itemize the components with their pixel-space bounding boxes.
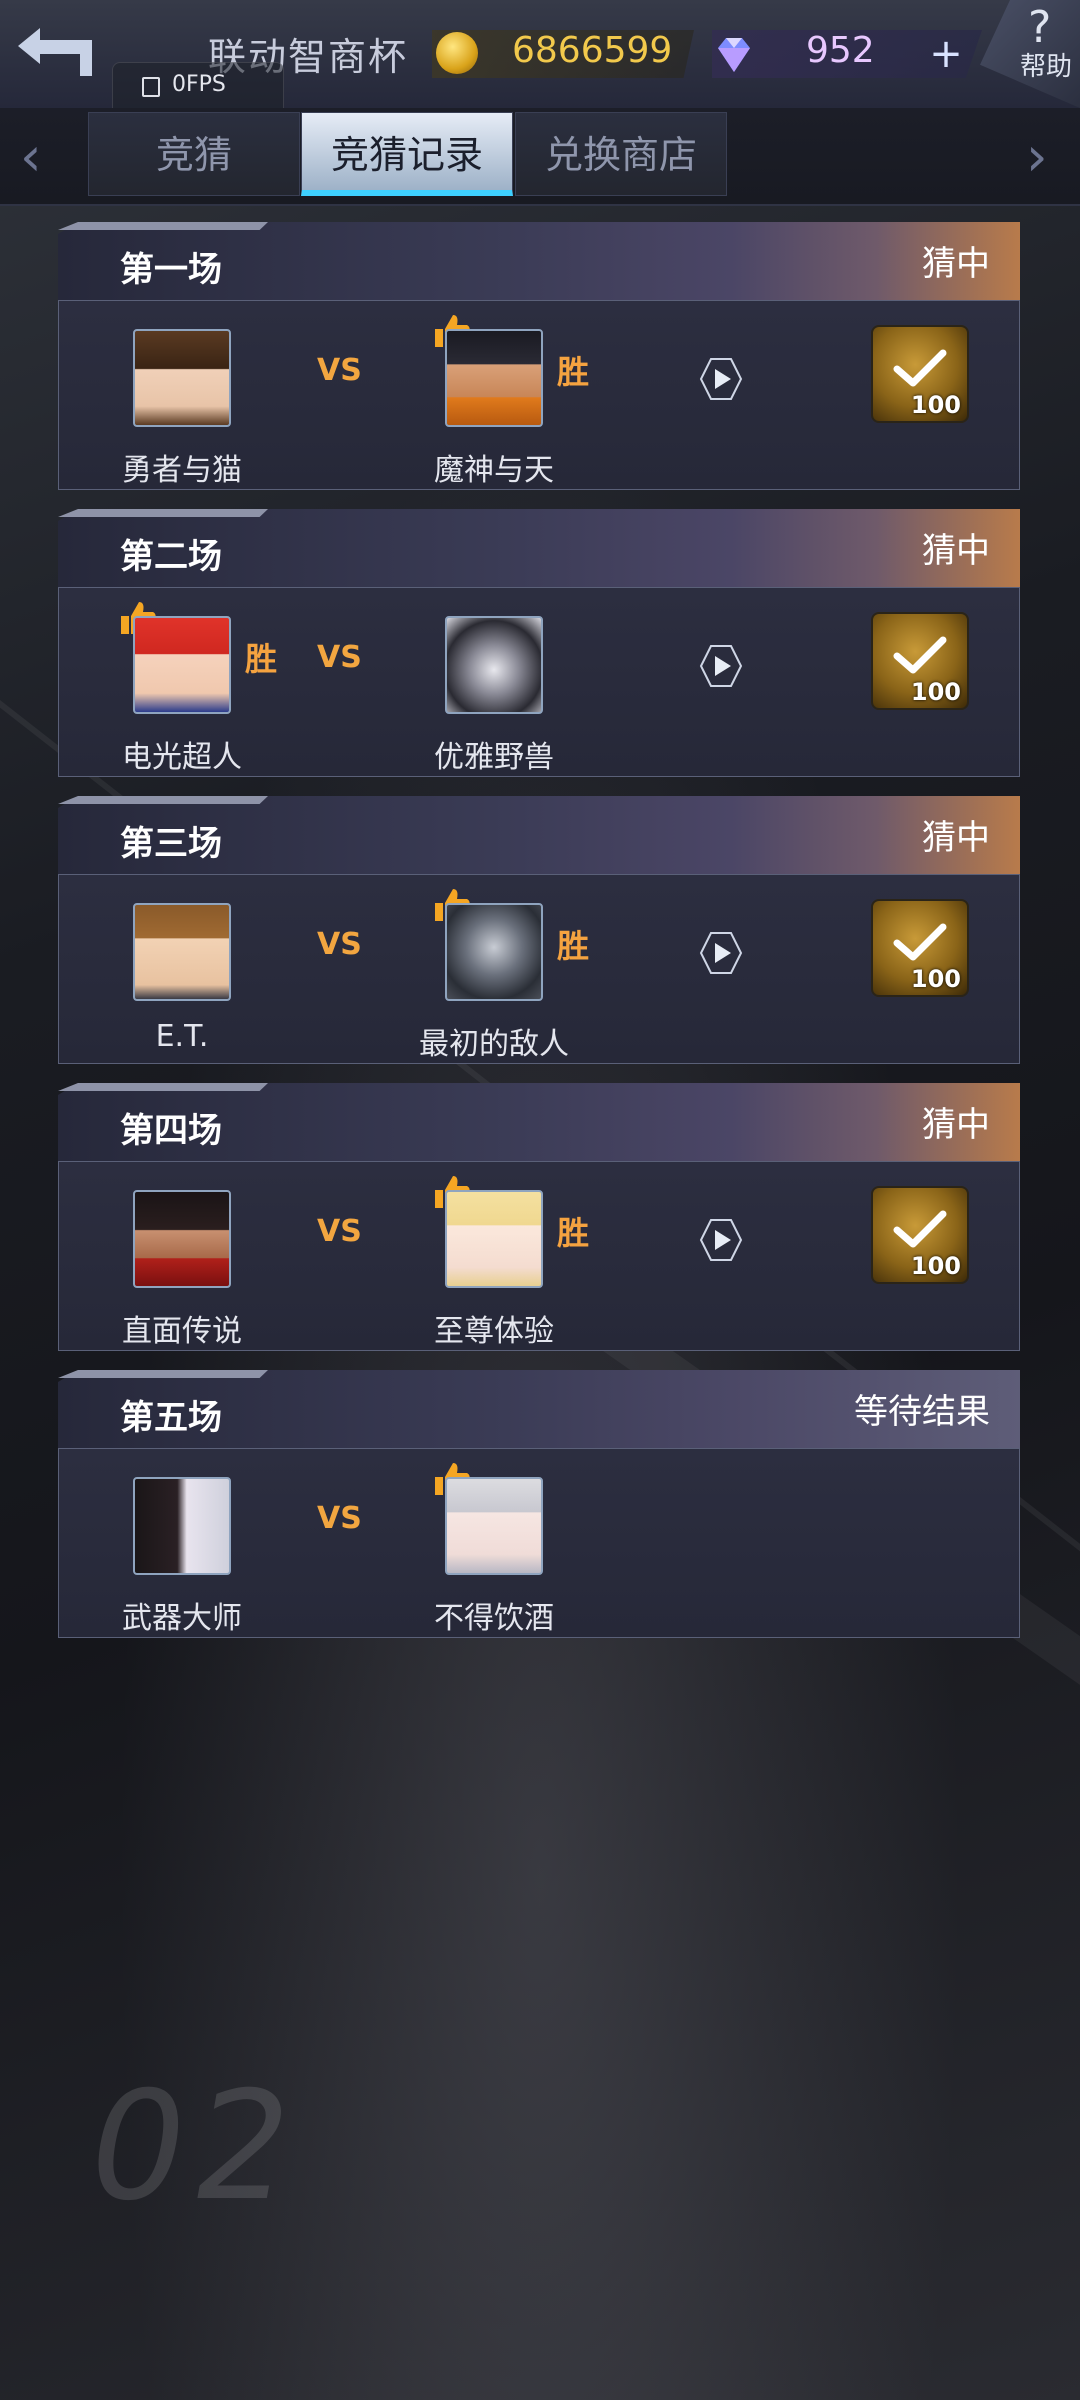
team-name-right: 最初的敌人 <box>419 1027 569 1062</box>
header-edge <box>58 1370 268 1378</box>
team-avatar-left[interactable] <box>133 329 231 427</box>
checkmark-icon <box>893 923 947 961</box>
bet-amount: 100 <box>910 391 961 419</box>
next-arrow-icon[interactable]: › <box>1026 130 1048 184</box>
match-card: 第四场 猜中 直面传说 VS 胜 至尊体验 100 <box>58 1083 1020 1351</box>
coin-icon <box>436 32 478 74</box>
header-edge <box>58 1083 268 1091</box>
team-avatar-right[interactable] <box>445 1190 543 1288</box>
match-card-body: 直面传说 VS 胜 至尊体验 100 <box>58 1161 1020 1351</box>
bet-reward-badge: 100 <box>871 612 969 710</box>
checkmark-icon <box>893 1210 947 1248</box>
team-name-left: 直面传说 <box>122 1314 242 1349</box>
winner-label: 胜 <box>557 1214 590 1252</box>
prev-arrow-icon[interactable]: ‹ <box>20 130 42 184</box>
result-label: 猜中 <box>922 818 990 858</box>
match-card: 第三场 猜中 E.T. VS 胜 最初的敌人 100 <box>58 796 1020 1064</box>
team-name-left: E.T. <box>155 1019 209 1054</box>
header-edge <box>58 222 268 230</box>
match-card: 第一场 猜中 勇者与猫 VS 胜 魔神与天 100 <box>58 222 1020 490</box>
team-name-left: 勇者与猫 <box>122 453 242 488</box>
team-name-right: 至尊体验 <box>434 1314 554 1349</box>
play-replay-icon[interactable] <box>699 357 743 401</box>
tab-exchange-shop[interactable]: 兑换商店 <box>515 112 727 196</box>
team-avatar-right[interactable] <box>445 1477 543 1575</box>
vs-label: VS <box>317 1501 362 1536</box>
vs-label: VS <box>317 1214 362 1249</box>
back-icon[interactable] <box>10 18 100 88</box>
header-edge <box>58 509 268 517</box>
round-title: 第四场 <box>120 1111 222 1151</box>
round-title: 第一场 <box>120 250 222 290</box>
bet-reward-badge: 100 <box>871 325 969 423</box>
result-label: 猜中 <box>922 531 990 571</box>
team-name-right: 不得饮酒 <box>434 1601 554 1636</box>
team-avatar-right[interactable] <box>445 903 543 1001</box>
team-avatar-left[interactable] <box>133 1477 231 1575</box>
result-label: 猜中 <box>922 1105 990 1145</box>
winner-label: 胜 <box>557 927 590 965</box>
match-card: 第五场 等待结果 武器大师 VS 不得饮酒 <box>58 1370 1020 1638</box>
match-card-body: 勇者与猫 VS 胜 魔神与天 100 <box>58 300 1020 490</box>
help-label: 帮助 <box>1020 52 1073 82</box>
checkmark-icon <box>893 349 947 387</box>
team-name-left: 武器大师 <box>122 1601 242 1636</box>
team-avatar-left[interactable] <box>133 903 231 1001</box>
copy-icon <box>142 77 160 97</box>
round-title: 第五场 <box>120 1398 222 1438</box>
team-name-right: 魔神与天 <box>434 453 554 488</box>
round-title: 第三场 <box>120 824 222 864</box>
play-replay-icon[interactable] <box>699 1218 743 1262</box>
team-name-right: 优雅野兽 <box>434 740 554 775</box>
vs-label: VS <box>317 927 362 962</box>
add-gems-button[interactable]: + <box>926 34 966 74</box>
tab-guess-records[interactable]: 竞猜记录 <box>301 112 513 196</box>
gem-balance: 952 <box>806 30 875 71</box>
fps-counter: 0FPS <box>172 72 226 97</box>
background-number: 02 <box>74 2060 317 2234</box>
tab-guess[interactable]: 竞猜 <box>88 112 300 196</box>
vs-label: VS <box>317 640 362 675</box>
team-avatar-right[interactable] <box>445 329 543 427</box>
match-card-body: 胜 电光超人 VS 优雅野兽 100 <box>58 587 1020 777</box>
bet-amount: 100 <box>910 678 961 706</box>
round-title: 第二场 <box>120 537 222 577</box>
match-card: 第二场 猜中 胜 电光超人 VS 优雅野兽 100 <box>58 509 1020 777</box>
result-label: 猜中 <box>922 244 990 284</box>
team-avatar-left[interactable] <box>133 1190 231 1288</box>
team-name-left: 电光超人 <box>122 740 242 775</box>
match-card-body: 武器大师 VS 不得饮酒 <box>58 1448 1020 1638</box>
winner-label: 胜 <box>557 353 590 391</box>
team-avatar-left[interactable] <box>133 616 231 714</box>
bet-amount: 100 <box>910 965 961 993</box>
vs-label: VS <box>317 353 362 388</box>
bet-reward-badge: 100 <box>871 1186 969 1284</box>
checkmark-icon <box>893 636 947 674</box>
bet-amount: 100 <box>910 1252 961 1280</box>
coin-balance: 6866599 <box>512 30 673 71</box>
header-edge <box>58 796 268 804</box>
match-card-body: E.T. VS 胜 最初的敌人 100 <box>58 874 1020 1064</box>
team-avatar-right[interactable] <box>445 616 543 714</box>
winner-label: 胜 <box>245 640 278 678</box>
play-replay-icon[interactable] <box>699 644 743 688</box>
play-replay-icon[interactable] <box>699 931 743 975</box>
bet-reward-badge: 100 <box>871 899 969 997</box>
diamond-icon <box>718 38 750 72</box>
result-label: 等待结果 <box>854 1392 990 1432</box>
